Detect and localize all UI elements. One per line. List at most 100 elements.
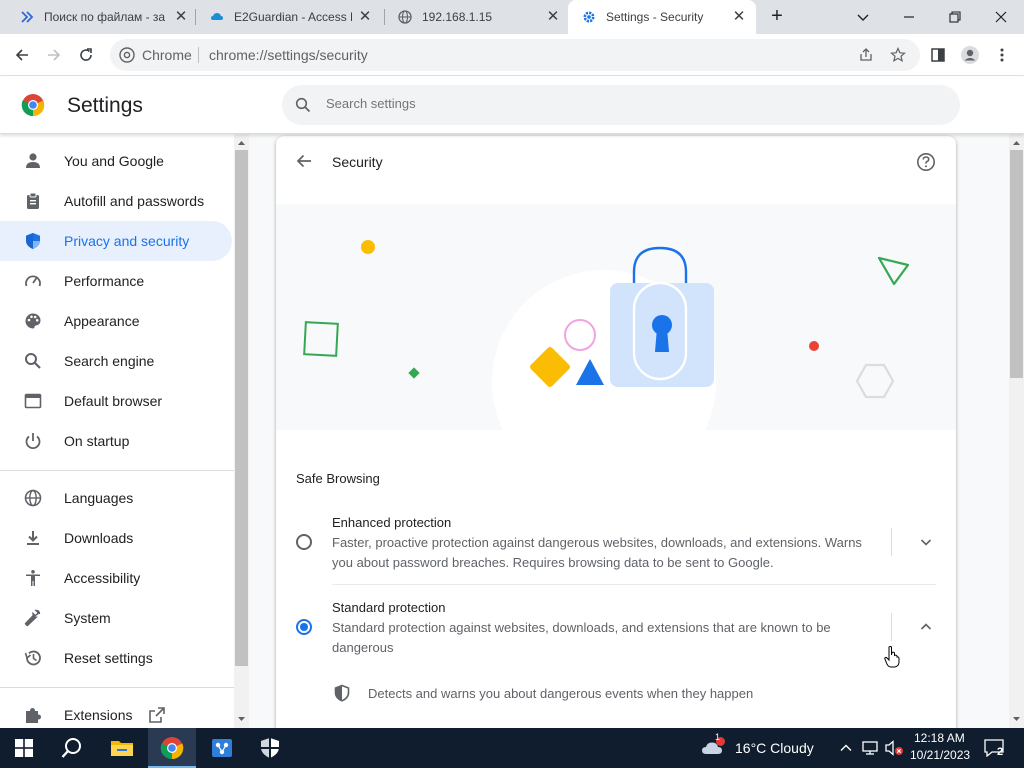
omnibox-separator	[198, 47, 199, 63]
windows-taskbar: 1 16°C Cloudy 12:18 AM 10/21/2023 2	[0, 728, 1024, 768]
sidebar-item-search-engine[interactable]: Search engine	[0, 341, 232, 381]
enhanced-protection-radio[interactable]	[296, 534, 312, 550]
sidebar-item-downloads[interactable]: Downloads	[0, 518, 232, 558]
folder-icon	[111, 741, 133, 756]
close-icon[interactable]: ✕	[730, 8, 748, 26]
sidebar-item-label: Autofill and passwords	[64, 193, 205, 209]
sidebar-item-appearance[interactable]: Appearance	[0, 301, 232, 341]
sidebar-item-system[interactable]: System	[0, 598, 232, 638]
taskbar-search-button[interactable]	[48, 728, 96, 768]
browser-toolbar: Chrome chrome://settings/security	[0, 34, 1024, 76]
help-button[interactable]	[914, 150, 938, 174]
star-icon[interactable]	[890, 47, 906, 63]
sidebar-item-accessibility[interactable]: Accessibility	[0, 558, 232, 598]
volume-muted-icon[interactable]	[884, 740, 904, 756]
cloud-shield-icon	[211, 13, 223, 20]
chevrons-icon	[21, 11, 34, 23]
standard-protection-radio[interactable]	[296, 619, 312, 635]
new-tab-button[interactable]: +	[760, 0, 794, 34]
forward-button[interactable]	[40, 41, 68, 69]
side-panel-button[interactable]	[924, 41, 952, 69]
tab-search-button[interactable]	[840, 0, 886, 34]
search-icon	[295, 97, 311, 113]
sidebar-item-on-startup[interactable]: On startup	[0, 421, 232, 461]
reload-button[interactable]	[72, 41, 100, 69]
tab-file-search[interactable]: Поиск по файлам - за ✕	[6, 0, 194, 34]
search-input[interactable]	[326, 96, 926, 111]
cloudy-weather-icon[interactable]	[701, 737, 727, 759]
share-icon[interactable]	[858, 47, 874, 63]
sidebar-item-label: Privacy and security	[64, 233, 190, 249]
settings-header: Settings	[0, 76, 1024, 134]
scroll-up-icon	[1013, 141, 1020, 145]
sidebar-item-privacy-security[interactable]: Privacy and security	[0, 221, 232, 261]
minimize-icon	[904, 16, 914, 18]
tab-e2guardian[interactable]: E2Guardian - Access D ✕	[196, 0, 382, 34]
option-separator	[891, 528, 892, 556]
section-title: Safe Browsing	[296, 471, 380, 486]
weather-badge: 1	[715, 732, 721, 742]
security-card: Security Safe Browsing Enhanced protecti…	[276, 136, 956, 736]
tab-settings-security[interactable]: Settings - Security ✕	[568, 0, 756, 34]
taskbar-security[interactable]	[246, 728, 294, 768]
standard-protection-option[interactable]: Standard protection Standard protection …	[276, 597, 956, 667]
download-icon	[27, 531, 39, 545]
chrome-logo-icon	[21, 94, 45, 117]
address-bar[interactable]: Chrome chrome://settings/security	[110, 39, 920, 71]
collapse-standard-button[interactable]	[914, 615, 938, 639]
scroll-up-icon	[238, 141, 245, 145]
search-settings-box[interactable]	[282, 85, 960, 125]
chevron-up-icon[interactable]	[839, 741, 853, 755]
settings-sidebar: You and Google Autofill and passwords Pr…	[0, 134, 234, 728]
enhanced-protection-option[interactable]: Enhanced protection Faster, proactive pr…	[276, 512, 956, 582]
globe-icon	[24, 489, 42, 507]
chevron-up-icon	[920, 623, 932, 630]
restore-button[interactable]	[932, 0, 978, 34]
page-scroll-thumb[interactable]	[1010, 150, 1023, 378]
close-icon[interactable]: ✕	[544, 8, 562, 26]
option-title: Standard protection	[332, 600, 446, 615]
sidebar-item-languages[interactable]: Languages	[0, 478, 232, 518]
network-tool-icon	[212, 739, 232, 757]
shield-icon	[334, 684, 350, 702]
chrome-logo-icon	[160, 737, 184, 760]
close-icon[interactable]: ✕	[356, 8, 374, 26]
sidebar-item-label: Downloads	[64, 530, 134, 546]
sidebar-scrollbar[interactable]	[234, 134, 249, 728]
start-button[interactable]	[0, 728, 48, 768]
sidebar-scroll-thumb[interactable]	[235, 150, 248, 666]
menu-button[interactable]	[988, 41, 1016, 69]
sidebar-item-autofill[interactable]: Autofill and passwords	[0, 181, 232, 221]
clock-time[interactable]: 12:18 AM	[914, 731, 965, 745]
sidebar-item-extensions[interactable]: Extensions	[0, 695, 232, 728]
network-icon[interactable]	[862, 740, 880, 756]
close-icon[interactable]: ✕	[172, 8, 190, 26]
settings-title: Settings	[67, 94, 143, 117]
taskbar-file-explorer[interactable]	[98, 728, 146, 768]
url-text: chrome://settings/security	[209, 47, 368, 63]
minimize-button[interactable]	[886, 0, 932, 34]
more-vert-icon	[1000, 48, 1004, 62]
search-icon	[25, 353, 41, 369]
sidebar-item-you-and-google[interactable]: You and Google	[0, 141, 232, 181]
scroll-down-icon	[238, 717, 245, 721]
option-description: you about password breaches. Requires br…	[332, 555, 774, 570]
sidebar-item-performance[interactable]: Performance	[0, 261, 232, 301]
clock-date[interactable]: 10/21/2023	[910, 748, 970, 762]
back-button[interactable]	[8, 41, 36, 69]
page-scrollbar[interactable]	[1009, 134, 1024, 728]
taskbar-chrome[interactable]	[148, 728, 196, 768]
expand-enhanced-button[interactable]	[914, 530, 938, 554]
close-window-button[interactable]	[978, 0, 1024, 34]
gear-icon	[583, 11, 595, 23]
sidebar-item-default-browser[interactable]: Default browser	[0, 381, 232, 421]
reload-icon	[80, 48, 92, 61]
windows-logo-icon	[15, 739, 33, 757]
tab-ip-address[interactable]: 192.168.1.15 ✕	[384, 0, 568, 34]
taskbar-app-network[interactable]	[198, 728, 246, 768]
back-arrow-button[interactable]	[292, 149, 316, 173]
tab-title: Поиск по файлам - за	[44, 10, 166, 24]
weather-text[interactable]: 16°C Cloudy	[735, 740, 814, 756]
sidebar-item-reset-settings[interactable]: Reset settings	[0, 638, 232, 678]
profile-button[interactable]	[956, 41, 984, 69]
